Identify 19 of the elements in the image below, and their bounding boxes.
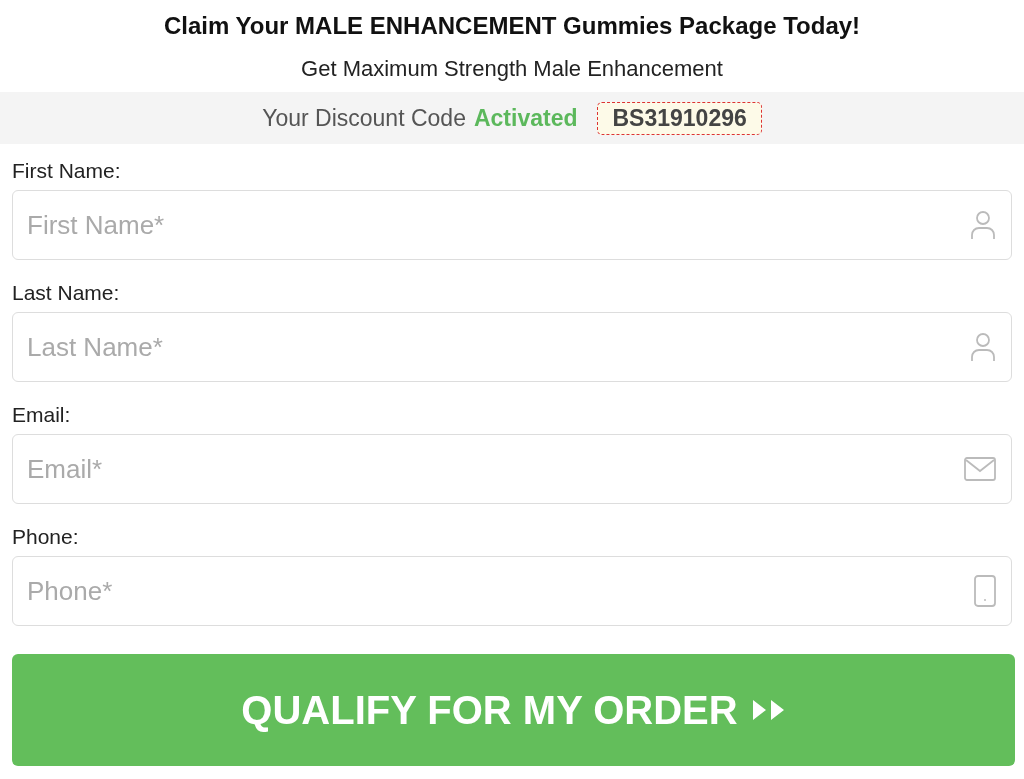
field-label: Phone: [11, 524, 80, 550]
input-field[interactable]: Email* [12, 434, 1012, 504]
submit-button[interactable]: QUALIFY FOR MY ORDER [12, 654, 1015, 766]
person-icon [970, 210, 996, 240]
field-label: First Name: [11, 158, 122, 184]
discount-code: BS31910296 [597, 101, 762, 135]
input-field[interactable]: Phone* [12, 556, 1012, 626]
input-field[interactable]: First Name* [12, 190, 1012, 260]
double-arrow-icon [751, 699, 786, 721]
discount-text: Your Discount Code [262, 104, 466, 132]
phone-icon [974, 575, 996, 607]
input-field[interactable]: Last Name* [12, 312, 1012, 382]
field-label: Last Name: [11, 280, 121, 306]
discount-status: Activated [473, 104, 578, 132]
envelope-icon [964, 457, 996, 481]
person-icon [970, 332, 996, 362]
field-label: Email: [11, 402, 72, 428]
subheading: Get Maximum Strength Male Enhancement [300, 56, 724, 82]
page-heading: Claim Your MALE ENHANCEMENT Gummies Package Today! [162, 11, 862, 40]
